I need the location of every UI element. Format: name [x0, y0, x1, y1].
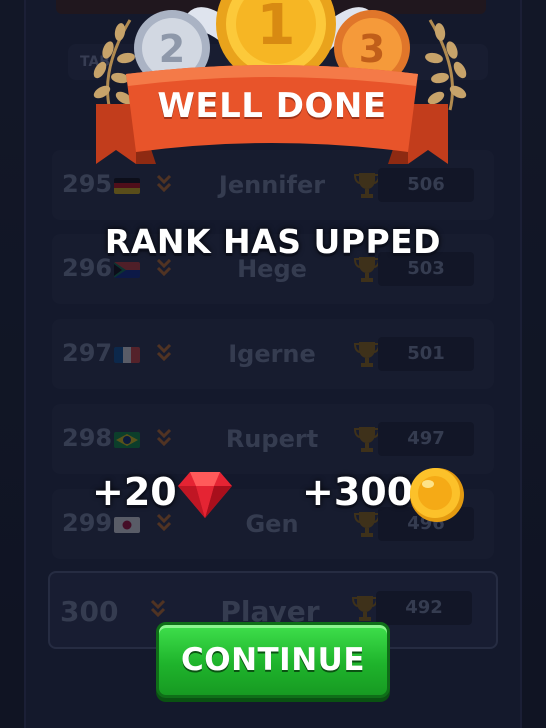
gold-coin-icon	[410, 468, 464, 522]
medal-first-label: 1	[257, 0, 296, 58]
coins-reward-amount: +300	[302, 470, 414, 514]
banner-title: WELL DONE	[157, 86, 387, 126]
rank-upped-subtitle: RANK HAS UPPED	[104, 222, 442, 261]
continue-button[interactable]: CONTINUE	[156, 622, 390, 698]
ruby-gem-icon	[178, 472, 232, 518]
leaderboard-screen: TAB 295 Jennifer 506 296 Hege 503 297 Ig…	[0, 0, 546, 728]
gems-reward-amount: +20	[92, 470, 177, 514]
